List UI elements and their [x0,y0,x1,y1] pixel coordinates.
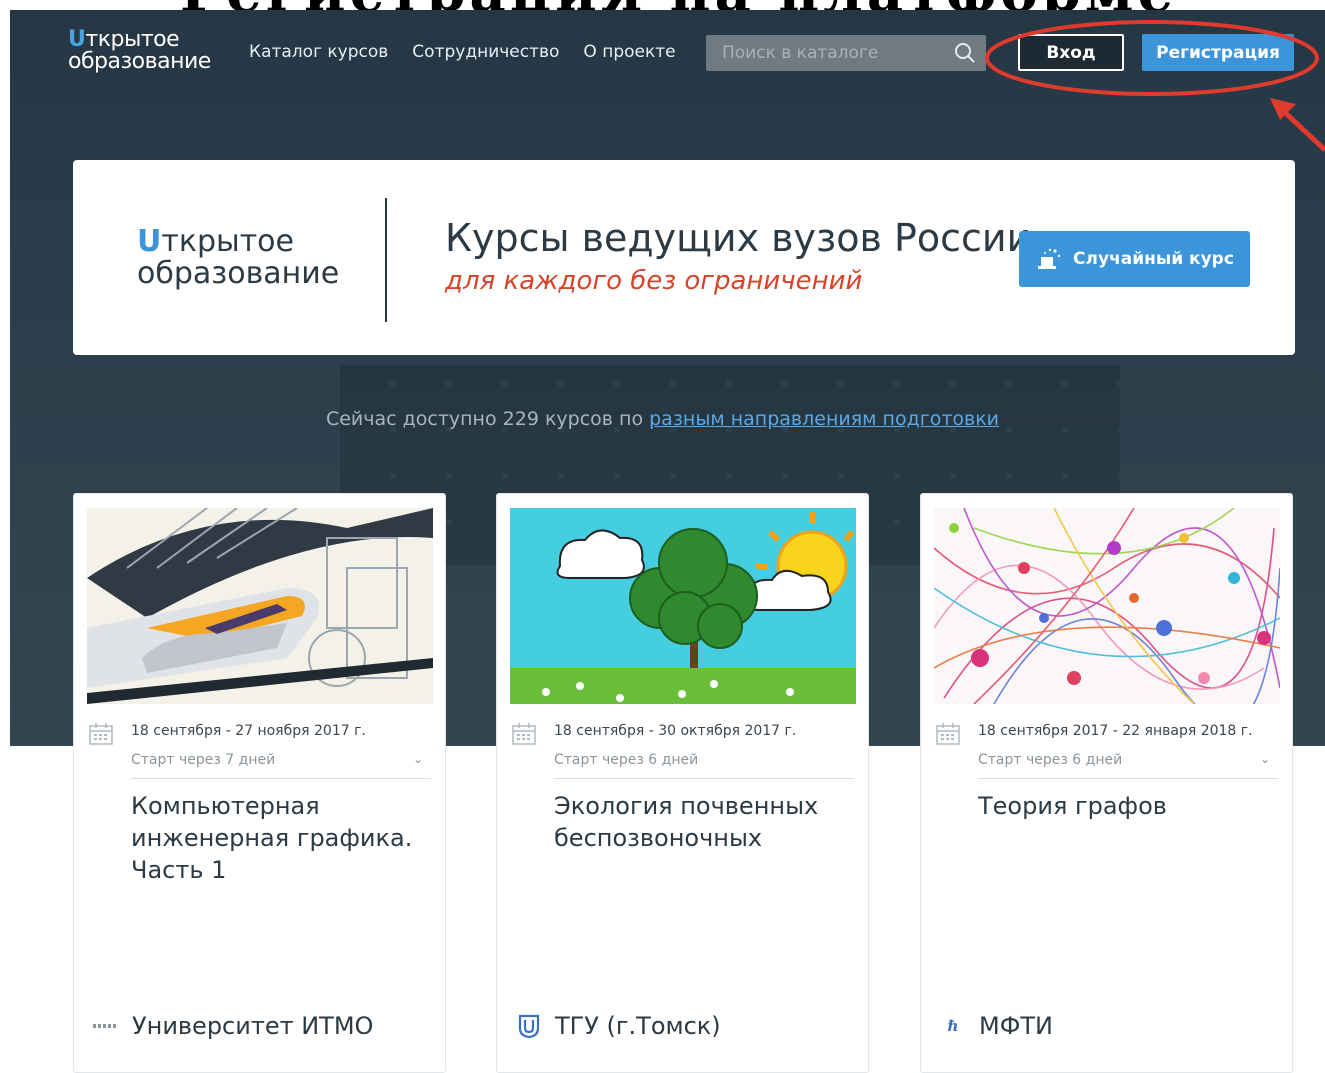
course-image-train[interactable] [87,508,433,704]
random-course-button[interactable]: Случайный курс [1019,231,1250,287]
site-logo[interactable]: Uткрытое образование [68,29,211,73]
course-dates: 18 сентября - 27 ноября 2017 г. [131,723,366,739]
search-input[interactable] [706,35,946,71]
course-start: Старт через 6 дней [554,752,699,768]
promo-banner: Uткрытое образование Курсы ведущих вузов… [73,160,1295,355]
magic-hat-icon [1038,248,1061,269]
courses-available-text: Сейчас доступно 229 курсов по разным нап… [325,408,1000,430]
register-button[interactable]: Регистрация [1142,34,1294,71]
course-dates: 18 сентября 2017 - 22 января 2018 г. [978,723,1253,739]
mipt-logo-icon: ℏ [947,1017,959,1035]
course-card[interactable]: 18 сентября - 27 ноября 2017 г. Старт че… [73,493,446,1073]
directions-link[interactable]: разным направлениям подготовки [649,408,999,430]
course-title[interactable]: Теория графов [978,790,1278,822]
nav-cooperation[interactable]: Сотрудничество [412,42,559,62]
banner-logo-u-icon: U [137,224,162,259]
search-box [706,35,986,71]
card-divider [978,778,1278,779]
banner-subtitle: для каждого без ограничений [445,266,863,296]
nav-catalog[interactable]: Каталог курсов [249,42,388,62]
banner-title: Курсы ведущих вузов России [445,216,1032,260]
banner-divider [385,198,387,322]
card-divider [131,778,431,779]
course-university[interactable]: МФТИ [979,1012,1053,1040]
tsu-shield-icon [515,1014,543,1038]
course-image-graph[interactable] [934,508,1280,704]
itmo-logo-icon [92,1014,120,1038]
course-university[interactable]: Университет ИТМО [132,1012,373,1040]
course-dates: 18 сентября - 30 октября 2017 г. [554,723,797,739]
login-button[interactable]: Вход [1018,34,1124,71]
search-icon[interactable] [954,42,976,64]
card-divider [554,778,854,779]
banner-logo: Uткрытое образование [137,224,340,291]
nav-about[interactable]: О проекте [583,42,675,62]
course-card[interactable]: 18 сентября 2017 - 22 января 2018 г. Ста… [920,493,1293,1073]
course-image-tree[interactable] [510,508,856,704]
course-title[interactable]: Компьютерная инженерная графика. Часть 1 [131,790,431,886]
calendar-icon [89,723,113,745]
main-nav: Каталог курсов Сотрудничество О проекте [249,42,676,62]
course-card[interactable]: 18 сентября - 30 октября 2017 г. Старт ч… [496,493,869,1073]
chevron-down-icon[interactable]: ⌄ [1260,752,1270,766]
course-university[interactable]: ТГУ (г.Томск) [555,1012,721,1040]
calendar-icon [512,723,536,745]
course-start: Старт через 7 дней [131,752,276,768]
course-start: Старт через 6 дней [978,752,1123,768]
course-title[interactable]: Экология почвенных беспозвоночных [554,790,854,854]
calendar-icon [936,723,960,745]
chevron-down-icon[interactable]: ⌄ [413,752,423,766]
